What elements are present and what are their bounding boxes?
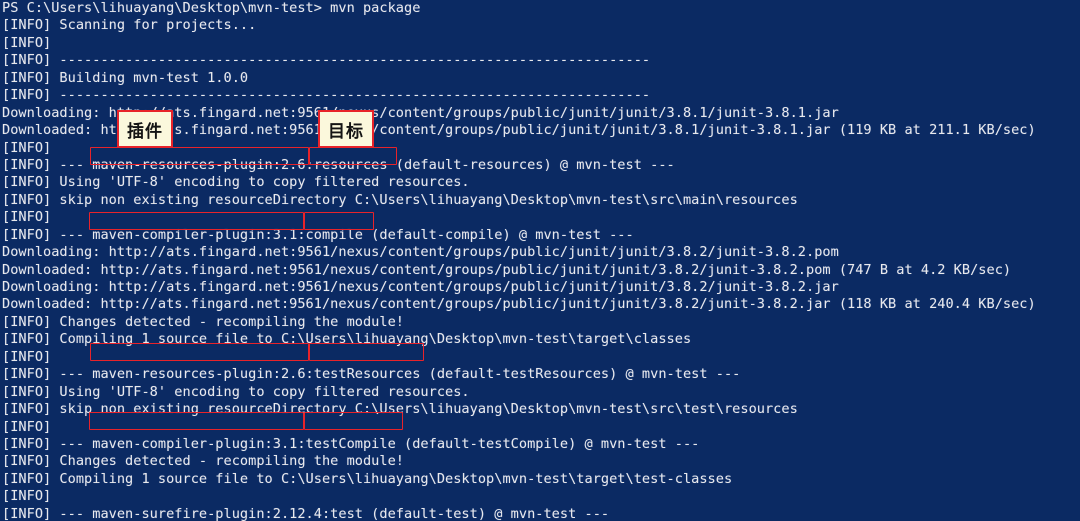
console-line: [INFO] --- maven-compiler-plugin:3.1:com… [2,226,634,243]
console-line: Downloaded: http://ats.fingard.net:9561/… [2,296,1036,313]
console-line: [INFO] Compiling 1 source file to C:\Use… [2,331,692,348]
console-line: [INFO] [2,348,52,365]
console-line: Downloading: http://ats.fingard.net:9561… [2,244,839,261]
console-line: [INFO] --- maven-compiler-plugin:3.1:tes… [2,435,700,452]
console-line: [INFO] [2,209,52,226]
console-line: [INFO] skip non existing resourceDirecto… [2,191,798,208]
callout-label-plugin: 插件 [117,110,173,148]
console-line: [INFO] ---------------------------------… [2,52,651,69]
console-line: [INFO] [2,418,52,435]
console-line: [INFO] Building mvn-test 1.0.0 [2,69,249,86]
console-line: [INFO] Changes detected - recompiling th… [2,453,405,470]
console-line: [INFO] Changes detected - recompiling th… [2,313,405,330]
console-line: Downloaded: http://ats.fingard.net:9561/… [2,261,1012,278]
console-line: [INFO] [2,488,52,505]
console-line: [INFO] ---------------------------------… [2,87,651,104]
console-line: [INFO] --- maven-surefire-plugin:2.12.4:… [2,505,610,521]
callout-label-goal: 目标 [318,110,374,148]
terminal-window[interactable]: PS C:\Users\lihuayang\Desktop\mvn-test> … [0,0,1080,521]
console-line: [INFO] Scanning for projects... [2,17,257,34]
console-line: [INFO] Using 'UTF-8' encoding to copy fi… [2,383,470,400]
console-line: [INFO] skip non existing resourceDirecto… [2,401,798,418]
console-line: [INFO] --- maven-resources-plugin:2.6:re… [2,156,675,173]
console-line: [INFO] [2,34,52,51]
console-line: [INFO] Using 'UTF-8' encoding to copy fi… [2,174,470,191]
console-line: PS C:\Users\lihuayang\Desktop\mvn-test> … [2,0,421,16]
console-line: [INFO] --- maven-resources-plugin:2.6:te… [2,366,741,383]
console-output[interactable]: PS C:\Users\lihuayang\Desktop\mvn-test> … [0,0,1080,521]
console-line: [INFO] Compiling 1 source file to C:\Use… [2,470,733,487]
console-line: Downloading: http://ats.fingard.net:9561… [2,279,839,295]
